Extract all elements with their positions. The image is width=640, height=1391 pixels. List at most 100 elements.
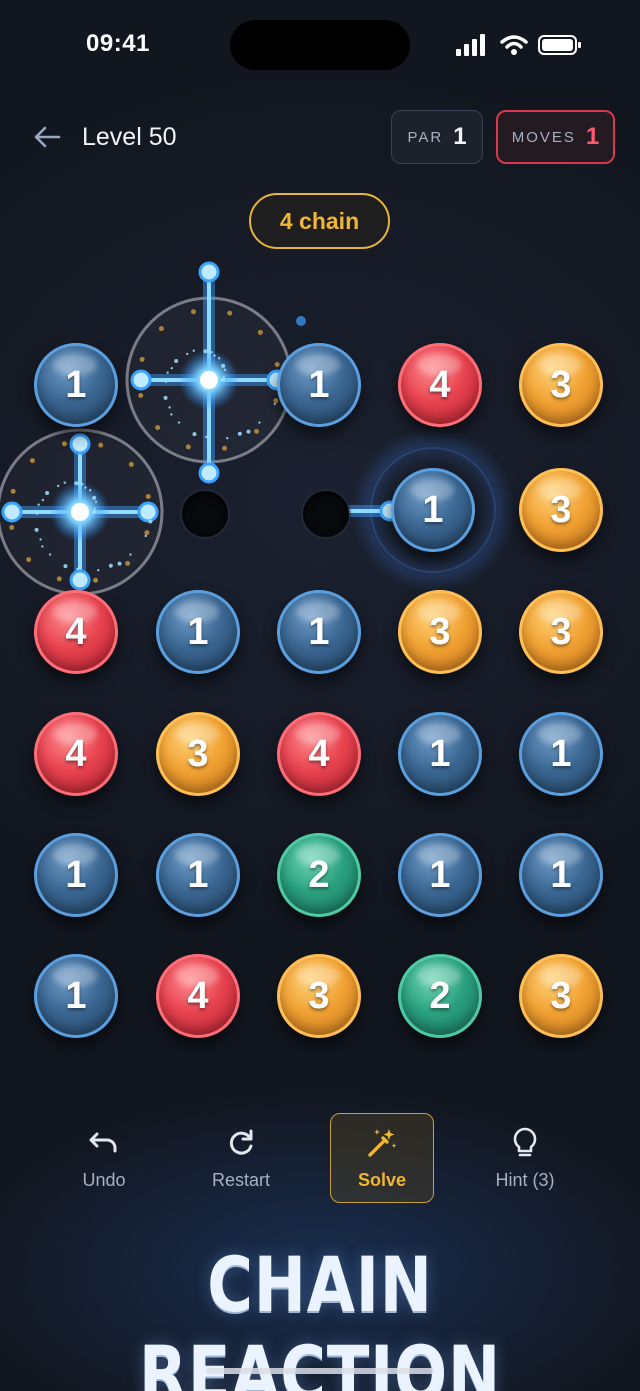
particle [246, 429, 251, 434]
particle [223, 368, 227, 372]
particle [34, 527, 39, 532]
orb-1[interactable]: 1 [398, 712, 482, 796]
orb-1[interactable]: 1 [398, 833, 482, 917]
particle [148, 519, 153, 524]
spark [274, 361, 280, 367]
particle [296, 316, 306, 326]
orb-value: 1 [308, 610, 330, 653]
particle [221, 363, 226, 368]
particle [237, 431, 242, 436]
particle [92, 510, 96, 514]
spark [138, 393, 144, 399]
particle [94, 500, 98, 504]
lightbulb-icon [508, 1126, 542, 1160]
orb-4[interactable]: 4 [34, 712, 118, 796]
orb-value: 3 [308, 974, 330, 1017]
particle [117, 561, 122, 566]
orb-3[interactable]: 3 [277, 954, 361, 1038]
orb-value: 2 [308, 853, 330, 896]
orb-4[interactable]: 4 [34, 590, 118, 674]
particle [192, 349, 195, 352]
orb-value: 3 [550, 488, 572, 531]
undo-label: Undo [82, 1169, 126, 1190]
orb-value: 2 [429, 974, 451, 1017]
orb-3[interactable]: 3 [519, 468, 603, 552]
orb-value: 4 [65, 610, 87, 653]
particle [174, 358, 179, 363]
spark [145, 493, 151, 499]
spark [155, 425, 161, 431]
orb-value: 4 [65, 732, 87, 775]
particle [76, 567, 79, 571]
orb-value: 4 [187, 974, 209, 1017]
orb-value: 1 [65, 363, 87, 406]
home-indicator[interactable] [206, 1368, 434, 1374]
orb-3[interactable]: 3 [398, 590, 482, 674]
particle [63, 564, 68, 569]
hint-label: Hint (3) [495, 1169, 555, 1190]
orb-1[interactable]: 1 [156, 833, 240, 917]
undo-button[interactable]: Undo [52, 1113, 156, 1203]
orb-value: 1 [187, 610, 209, 653]
beam-node [198, 462, 220, 484]
restart-button[interactable]: Restart [189, 1113, 293, 1203]
orb-value: 1 [550, 732, 572, 775]
particle [166, 371, 169, 374]
particle [170, 413, 173, 416]
solve-button[interactable]: Solve [330, 1113, 434, 1203]
spark [9, 525, 15, 531]
orb-1[interactable]: 1 [277, 343, 361, 427]
orb-value: 1 [550, 853, 572, 896]
empty-cell [182, 491, 228, 537]
orb-2[interactable]: 2 [277, 833, 361, 917]
orb-4[interactable]: 4 [398, 343, 482, 427]
orb-4[interactable]: 4 [156, 954, 240, 1038]
particle [213, 354, 216, 357]
spark [257, 329, 263, 335]
particle [177, 421, 181, 424]
spark [125, 560, 131, 566]
particle [186, 352, 189, 356]
spark [273, 398, 279, 404]
orb-1[interactable]: 1 [34, 343, 118, 427]
particle [92, 495, 97, 500]
orb-3[interactable]: 3 [519, 590, 603, 674]
orb-4[interactable]: 4 [277, 712, 361, 796]
game-screen: 09:41 Level 50 PAR 1 MOVES 1 4 chain 1 1… [0, 0, 640, 1391]
spark [227, 310, 233, 316]
orb-value: 4 [308, 732, 330, 775]
orb-3[interactable]: 3 [519, 343, 603, 427]
beam-node [198, 261, 220, 283]
particle [258, 421, 261, 424]
beam-node [1, 501, 23, 523]
orb-1[interactable]: 1 [519, 833, 603, 917]
orb-3[interactable]: 3 [156, 712, 240, 796]
spark [185, 444, 191, 450]
orb-3[interactable]: 3 [519, 954, 603, 1038]
beam-node [137, 501, 159, 523]
spark [139, 356, 145, 362]
spark [98, 442, 104, 448]
orb-1[interactable]: 1 [34, 833, 118, 917]
orb-2[interactable]: 2 [398, 954, 482, 1038]
orb-1[interactable]: 1 [519, 712, 603, 796]
particle [222, 375, 225, 378]
spark [56, 576, 62, 582]
empty-cell [303, 491, 349, 537]
particle [226, 437, 229, 440]
orb-1[interactable]: 1 [34, 954, 118, 1038]
orb-1[interactable]: 1 [277, 590, 361, 674]
undo-icon [87, 1126, 121, 1160]
spark [128, 461, 134, 467]
particle [35, 512, 39, 515]
particle [205, 435, 208, 439]
orb-value: 1 [429, 853, 451, 896]
orb-1[interactable]: 1 [156, 590, 240, 674]
orb-1[interactable]: 1 [391, 468, 475, 552]
particle [81, 482, 84, 486]
particle [210, 350, 213, 354]
hint-button[interactable]: Hint (3) [473, 1113, 577, 1203]
spark [10, 488, 16, 494]
blast-core [200, 371, 218, 389]
orb-value: 3 [429, 610, 451, 653]
